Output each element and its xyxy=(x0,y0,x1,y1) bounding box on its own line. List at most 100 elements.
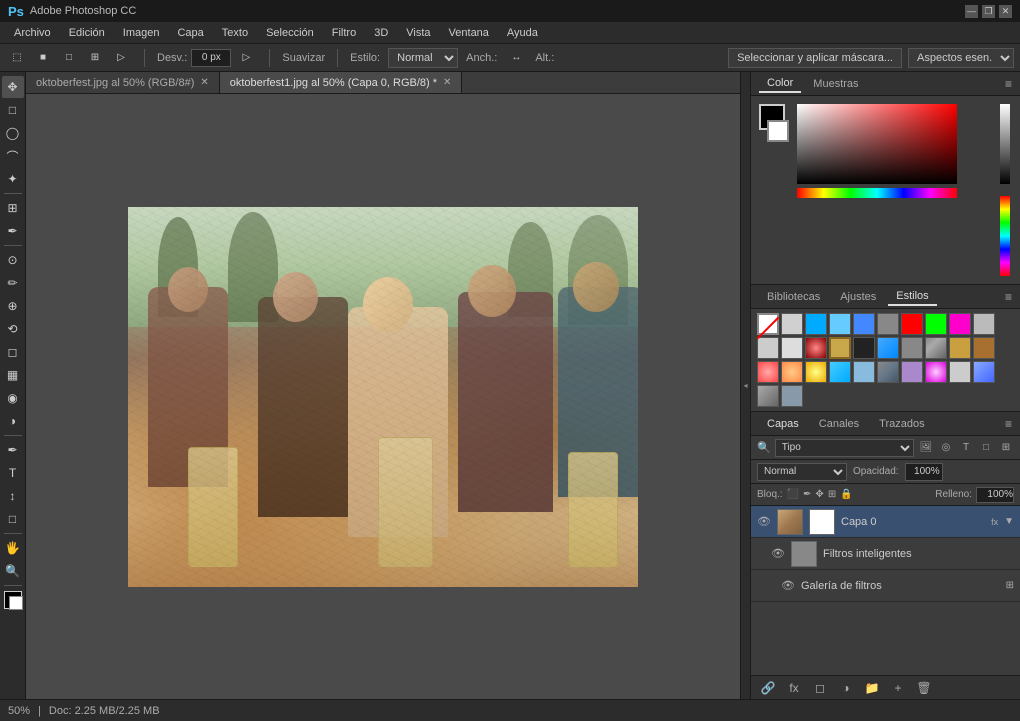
estilos-tab[interactable]: Estilos xyxy=(888,288,936,306)
lock-transparency-icon[interactable]: ⬛ xyxy=(787,489,799,500)
tool-gradient[interactable]: ▦ xyxy=(2,364,24,386)
layer-filter-visibility[interactable]: 👁 xyxy=(781,579,795,592)
ajustes-tab[interactable]: Ajustes xyxy=(832,289,884,305)
style-3[interactable] xyxy=(829,313,851,335)
style-5[interactable] xyxy=(877,313,899,335)
tab-1-close[interactable]: ✕ xyxy=(443,77,451,88)
desv-input[interactable] xyxy=(191,49,231,67)
style-29[interactable] xyxy=(973,361,995,383)
tool-dodge[interactable]: ◑ xyxy=(2,410,24,432)
style-25[interactable] xyxy=(877,361,899,383)
width-unit-btn[interactable]: ↔ xyxy=(505,47,527,69)
style-31[interactable] xyxy=(781,385,803,407)
style-26[interactable] xyxy=(901,361,923,383)
tool-hand[interactable]: 🖐 xyxy=(2,537,24,559)
trazados-tab[interactable]: Trazados xyxy=(871,416,932,432)
options-selection-btn5[interactable]: ▷ xyxy=(110,47,132,69)
layer-item-filter[interactable]: 👁 Galería de filtros ⊞ xyxy=(751,570,1020,602)
tool-marquee-rect[interactable]: □ xyxy=(2,99,24,121)
style-6[interactable] xyxy=(901,313,923,335)
style-4[interactable] xyxy=(853,313,875,335)
panel-toggle[interactable]: ◂ xyxy=(740,72,750,699)
layer-new-btn[interactable]: + xyxy=(889,679,907,697)
style-14[interactable] xyxy=(853,337,875,359)
tool-marquee-ellipse[interactable]: ◯ xyxy=(2,122,24,144)
layer-item-smart[interactable]: 👁 Filtros inteligentes xyxy=(751,538,1020,570)
style-23[interactable] xyxy=(829,361,851,383)
menu-edición[interactable]: Edición xyxy=(61,25,113,41)
style-8[interactable] xyxy=(949,313,971,335)
estilo-dropdown[interactable]: Normal xyxy=(388,48,458,68)
bg-swatch[interactable] xyxy=(767,120,789,142)
color-tab[interactable]: Color xyxy=(759,75,801,93)
capas-tab[interactable]: Capas xyxy=(759,416,807,432)
layers-panel-menu[interactable]: ≡ xyxy=(1005,417,1012,431)
maximize-button[interactable]: ❐ xyxy=(982,5,995,18)
style-9[interactable] xyxy=(973,313,995,335)
style-none[interactable] xyxy=(757,313,779,335)
style-2[interactable] xyxy=(805,313,827,335)
style-13[interactable] xyxy=(829,337,851,359)
tool-brush[interactable]: ✏ xyxy=(2,272,24,294)
layer-delete-btn[interactable]: 🗑 xyxy=(915,679,933,697)
style-30[interactable] xyxy=(757,385,779,407)
menu-ventana[interactable]: Ventana xyxy=(441,25,497,41)
lock-position-icon[interactable]: ✥ xyxy=(815,489,823,500)
options-selection-btn3[interactable]: □ xyxy=(58,47,80,69)
tab-0-close[interactable]: ✕ xyxy=(200,77,208,88)
style-15[interactable] xyxy=(877,337,899,359)
style-20[interactable] xyxy=(757,361,779,383)
layer-0-expand[interactable]: ▼ xyxy=(1004,516,1014,527)
style-7[interactable] xyxy=(925,313,947,335)
options-selection-btn1[interactable]: ⬚ xyxy=(6,47,28,69)
tool-move[interactable]: ✥ xyxy=(2,76,24,98)
tool-lasso[interactable]: ⌒ xyxy=(2,145,24,167)
bg-color-swatch[interactable] xyxy=(9,596,23,610)
tool-path[interactable]: ↕ xyxy=(2,485,24,507)
style-17[interactable] xyxy=(925,337,947,359)
opacity-input[interactable] xyxy=(905,463,943,481)
filter-icon-photo[interactable]: 🖼 xyxy=(918,440,934,456)
bibliotecas-tab[interactable]: Bibliotecas xyxy=(759,289,828,305)
style-1[interactable] xyxy=(781,313,803,335)
layer-item-0[interactable]: 👁 Capa 0 fx ▼ xyxy=(751,506,1020,538)
essentials-dropdown[interactable]: Aspectos esen. xyxy=(908,48,1014,68)
filter-icon-smart[interactable]: ⊞ xyxy=(998,440,1014,456)
hue-bar[interactable] xyxy=(797,188,957,198)
menu-texto[interactable]: Texto xyxy=(214,25,256,41)
menu-capa[interactable]: Capa xyxy=(169,25,211,41)
lock-artboard-icon[interactable]: ⊞ xyxy=(828,489,836,500)
style-16[interactable] xyxy=(901,337,923,359)
layer-filter-options[interactable]: ⊞ xyxy=(1006,580,1014,591)
menu-imagen[interactable]: Imagen xyxy=(115,25,168,41)
tool-eyedropper[interactable]: ✒ xyxy=(2,220,24,242)
filter-icon-adjust[interactable]: ◎ xyxy=(938,440,954,456)
tool-crop[interactable]: ⊞ xyxy=(2,197,24,219)
tab-1[interactable]: oktoberfest1.jpg al 50% (Capa 0, RGB/8) … xyxy=(220,72,463,93)
minimize-button[interactable]: — xyxy=(965,5,978,18)
style-22[interactable] xyxy=(805,361,827,383)
menu-selección[interactable]: Selección xyxy=(258,25,322,41)
filter-type-select[interactable]: Tipo xyxy=(775,439,914,457)
close-button[interactable]: ✕ xyxy=(999,5,1012,18)
menu-vista[interactable]: Vista xyxy=(398,25,438,41)
options-selection-btn4[interactable]: ⊞ xyxy=(84,47,106,69)
tool-history-brush[interactable]: ⟲ xyxy=(2,318,24,340)
style-11[interactable] xyxy=(781,337,803,359)
layer-group-btn[interactable]: 📁 xyxy=(863,679,881,697)
layer-smart-visibility[interactable]: 👁 xyxy=(771,547,785,560)
layer-mask-btn[interactable]: ◻ xyxy=(811,679,829,697)
style-21[interactable] xyxy=(781,361,803,383)
blend-mode-select[interactable]: Normal xyxy=(757,463,847,481)
mask-button[interactable]: Seleccionar y aplicar máscara... xyxy=(728,48,902,68)
layer-adjustment-btn[interactable]: ◑ xyxy=(837,679,855,697)
filter-icon-text[interactable]: T xyxy=(958,440,974,456)
menu-ayuda[interactable]: Ayuda xyxy=(499,25,546,41)
muestras-tab[interactable]: Muestras xyxy=(805,76,866,92)
style-19[interactable] xyxy=(973,337,995,359)
fg-color-swatch[interactable] xyxy=(4,591,22,609)
options-selection-btn2[interactable]: ■ xyxy=(32,47,54,69)
menu-archivo[interactable]: Archivo xyxy=(6,25,59,41)
style-28[interactable] xyxy=(949,361,971,383)
filter-icon-shape[interactable]: □ xyxy=(978,440,994,456)
